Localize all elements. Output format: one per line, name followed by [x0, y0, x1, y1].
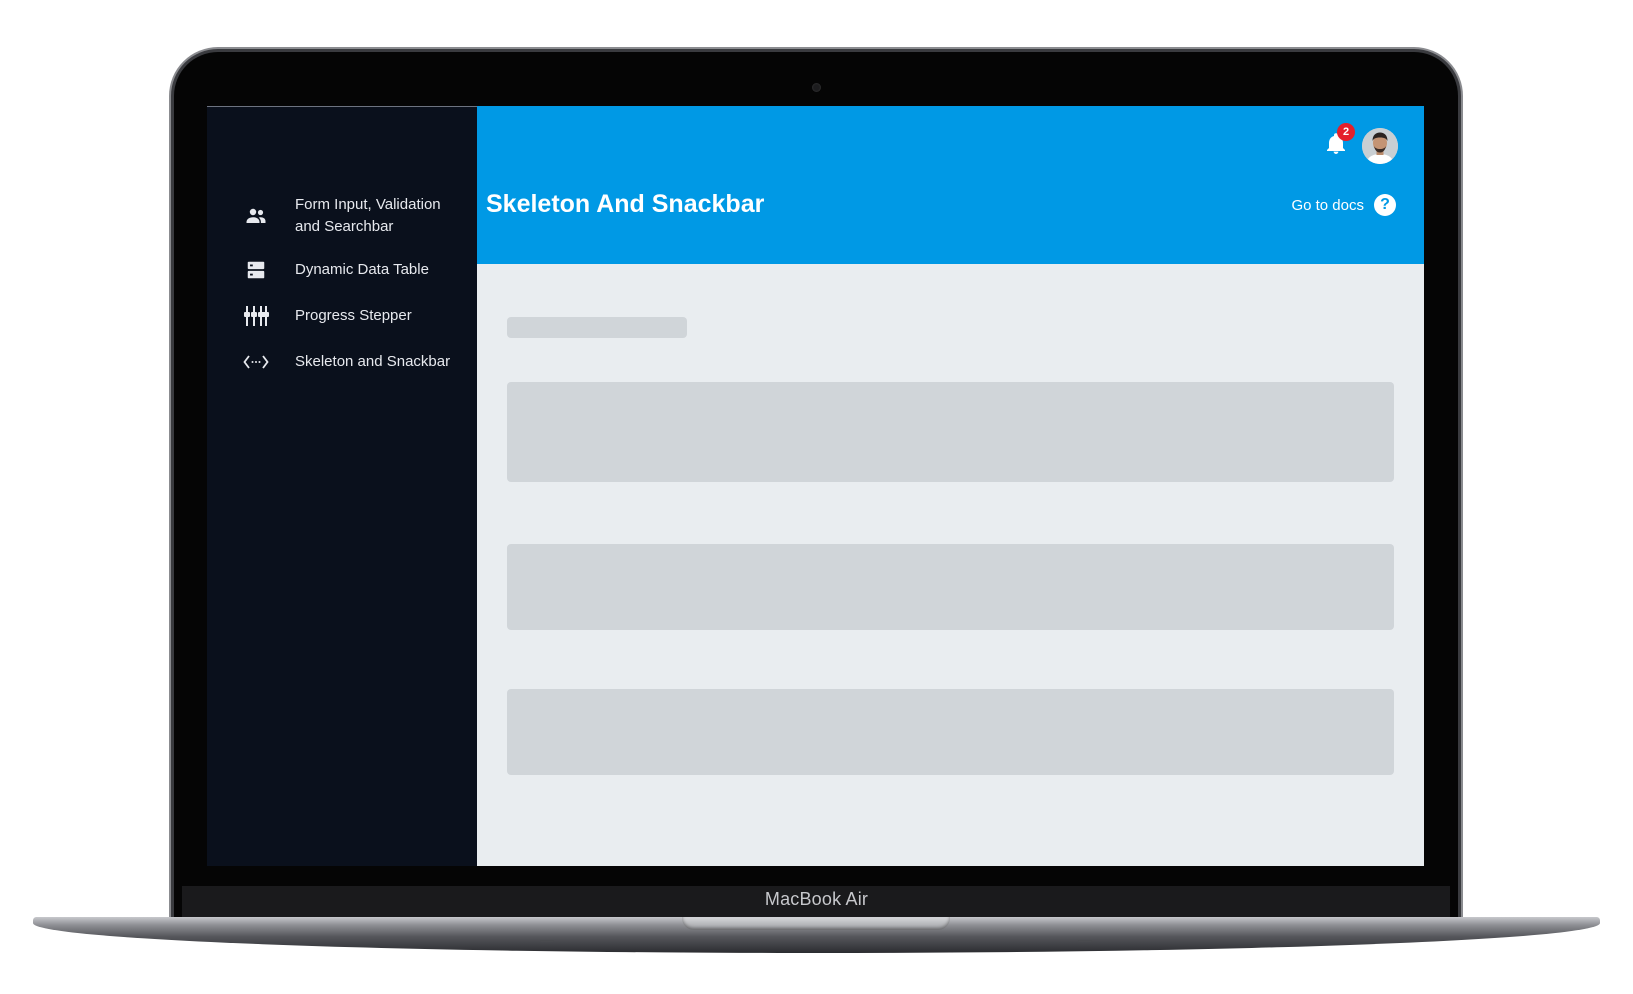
sidebar-item-label: Form Input, Validation and Searchbar: [295, 196, 441, 235]
laptop-hinge-notch: [682, 917, 950, 930]
skeleton-block: [507, 689, 1394, 775]
sidebar-nav: Form Input, Validation and Searchbar Dyn…: [207, 185, 477, 385]
skeleton-block: [507, 544, 1394, 630]
page-header: 2 Skeleton And Snackbar Go to docs ?: [477, 106, 1424, 264]
laptop-foot: [1078, 940, 1092, 942]
go-to-docs-label: Go to docs: [1291, 196, 1364, 214]
user-avatar[interactable]: [1362, 128, 1398, 164]
sidebar-item-label: Skeleton and Snackbar: [295, 353, 451, 370]
help-circle-icon: ?: [1374, 194, 1396, 216]
sidebar-item-progress-stepper[interactable]: Progress Stepper: [207, 293, 477, 339]
main-content: [477, 264, 1424, 866]
stepper-icon: [243, 303, 269, 329]
device-label: MacBook Air: [764, 889, 869, 909]
laptop-mockup: Form Input, Validation and Searchbar Dyn…: [0, 0, 1633, 994]
camera-icon: [812, 83, 821, 92]
skeleton-block: [507, 382, 1394, 482]
sidebar-item-data-table[interactable]: Dynamic Data Table: [207, 247, 477, 293]
go-to-docs-link[interactable]: Go to docs ?: [1291, 194, 1396, 216]
page-title: Skeleton And Snackbar: [486, 190, 765, 218]
sidebar-item-label: Dynamic Data Table: [295, 261, 429, 278]
sidebar-item-skeleton-snackbar[interactable]: Skeleton and Snackbar: [207, 339, 477, 385]
storage-icon: [243, 257, 269, 283]
skeleton-line: [507, 317, 687, 338]
sidebar-item-form-input[interactable]: Form Input, Validation and Searchbar: [207, 185, 477, 247]
app-screen: Form Input, Validation and Searchbar Dyn…: [207, 106, 1424, 866]
laptop-foot: [540, 940, 554, 942]
code-icon: [243, 349, 269, 375]
sidebar: Form Input, Validation and Searchbar Dyn…: [207, 106, 477, 866]
notifications-button[interactable]: 2: [1324, 123, 1355, 158]
people-icon: [243, 203, 269, 229]
notification-badge: 2: [1337, 123, 1355, 141]
sidebar-item-label: Progress Stepper: [295, 307, 412, 324]
